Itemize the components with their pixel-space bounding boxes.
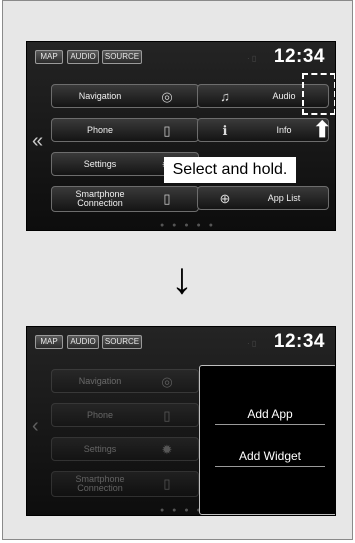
status-icons: · ▯ [247,54,257,63]
clock: 12:34 [273,331,325,352]
arrow-down-icon: ↓ [171,254,193,303]
audio-button[interactable]: AUDIO [67,50,99,64]
top-bar: MAP AUDIO SOURCE · ▯ 12:34 [27,327,335,355]
back-arrow-icon[interactable]: « [32,130,43,153]
map-button[interactable]: MAP [35,50,63,64]
app-grid-icon: ⊕ [219,191,231,206]
settings-tile[interactable]: Settings ✹ [51,437,199,461]
settings-label: Settings [83,444,117,454]
settings-label: Settings [83,159,117,169]
music-note-icon: ♫ [220,89,230,104]
gear-icon: ✹ [161,442,173,457]
info-icon: ℹ [222,123,228,138]
add-app-button[interactable]: Add App [215,403,325,425]
info-tile[interactable]: ℹ Info [197,118,329,142]
status-icons: · ▯ [247,339,257,348]
audio-button[interactable]: AUDIO [67,335,99,349]
navigation-label: Navigation [78,91,122,101]
smartphone-connection-tile[interactable]: Smartphone Connection ▯ [51,186,199,212]
clock: 12:34 [273,46,325,67]
phone-label: Phone [86,125,114,135]
info-label: Info [276,125,292,135]
source-button[interactable]: SOURCE [102,50,142,64]
navigation-label: Navigation [78,376,122,386]
back-arrow-icon[interactable]: ‹ [32,415,39,438]
phone-icon: ▯ [163,408,171,423]
smartphone-connection-tile[interactable]: Smartphone Connection ▯ [51,471,199,497]
add-menu-popup: Add App Add Widget [199,365,335,515]
phone-tile[interactable]: Phone ▯ [51,118,199,142]
smartphone-connection-label: Smartphone Connection [75,474,125,494]
figure-panel: MAP AUDIO SOURCE · ▯ 12:34 « Navigation … [2,0,353,540]
instruction-callout: Select and hold. [164,157,296,183]
navigation-tile[interactable]: Navigation ◎ [51,369,199,393]
phone-icon: ▯ [163,123,171,138]
page-indicator: ● ● ● ● ● [160,222,216,229]
app-list-tile[interactable]: ⊕ App List [197,186,329,210]
smartphone-icon: ▯ [163,191,171,206]
top-bar: MAP AUDIO SOURCE · ▯ 12:34 [27,42,335,70]
smartphone-icon: ▯ [163,476,171,491]
selection-highlight [302,73,335,115]
arrow-up-icon: ⬆ [313,117,332,142]
home-screen-before: MAP AUDIO SOURCE · ▯ 12:34 « Navigation … [26,41,336,231]
home-screen-after: MAP AUDIO SOURCE · ▯ 12:34 ‹ Navigation … [26,326,336,516]
phone-label: Phone [86,410,114,420]
add-widget-button[interactable]: Add Widget [215,445,325,467]
map-button[interactable]: MAP [35,335,63,349]
phone-tile[interactable]: Phone ▯ [51,403,199,427]
smartphone-connection-label: Smartphone Connection [75,189,125,209]
compass-icon: ◎ [161,374,173,389]
compass-icon: ◎ [161,89,173,104]
navigation-tile[interactable]: Navigation ◎ [51,84,199,108]
source-button[interactable]: SOURCE [102,335,142,349]
app-list-label: App List [267,193,301,203]
